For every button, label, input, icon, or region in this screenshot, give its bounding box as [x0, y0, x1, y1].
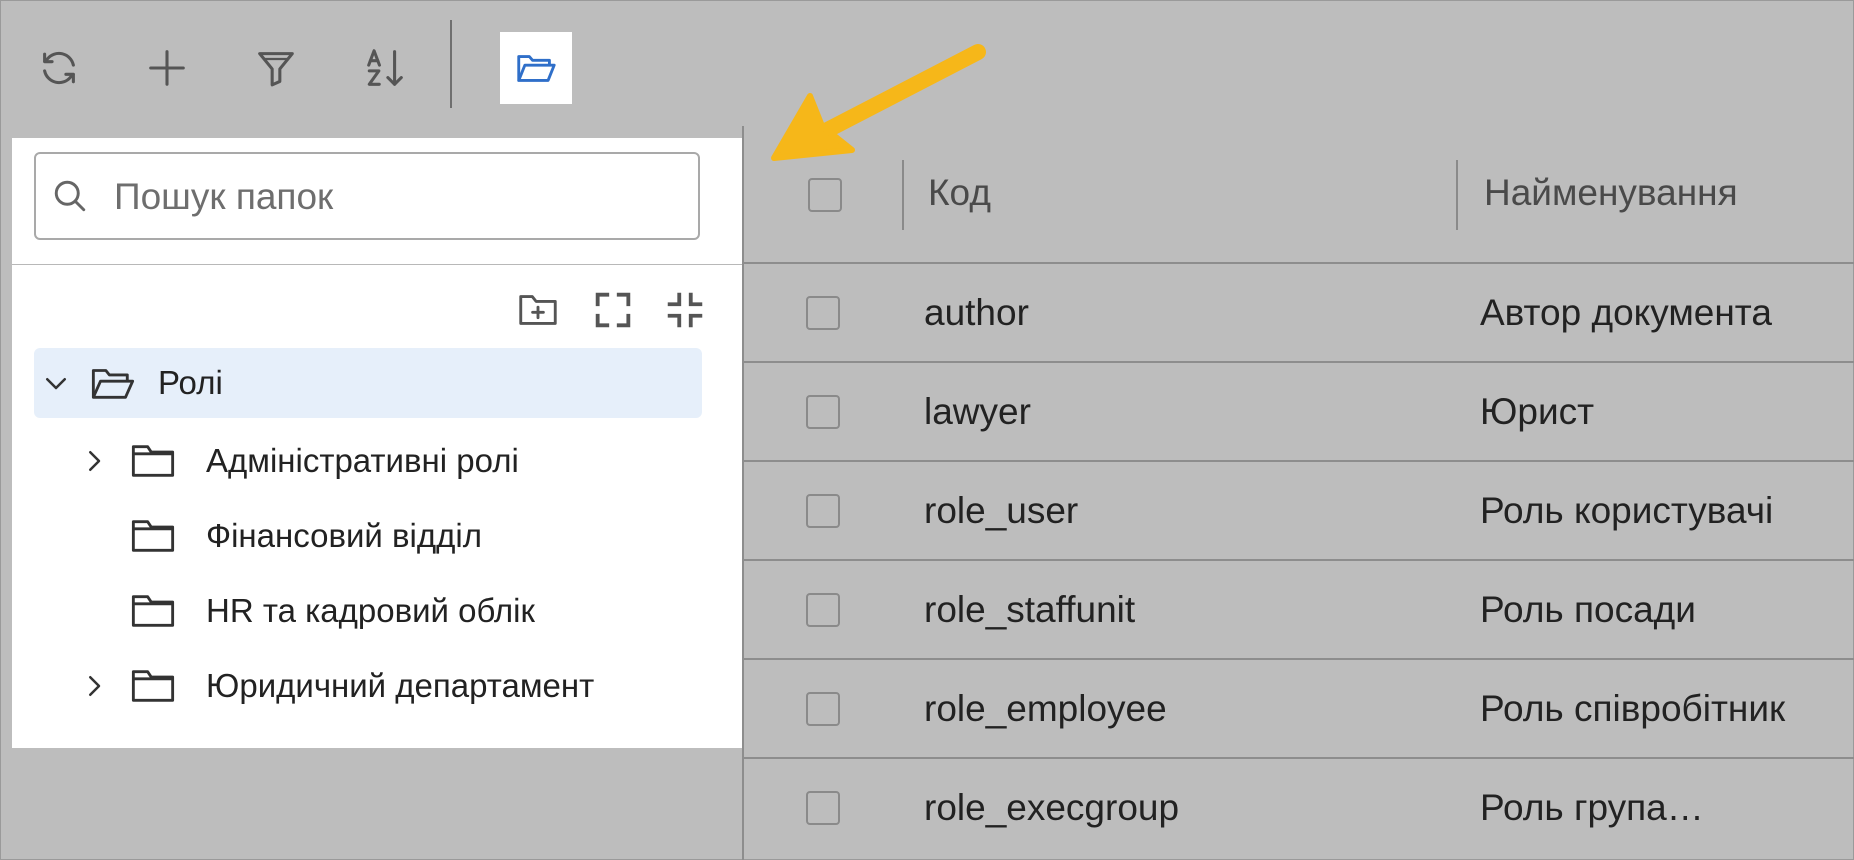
add-button[interactable] [131, 32, 203, 104]
folder-icon [128, 589, 178, 633]
table-row[interactable]: role_employee Роль співробітник [742, 660, 1854, 759]
cell-code: lawyer [924, 391, 1031, 432]
cell-name: Роль посади [1480, 589, 1696, 630]
folder-open-icon [88, 361, 138, 405]
tree-node-label: Адміністративні ролі [206, 441, 519, 479]
column-header-code[interactable]: Код [928, 172, 991, 214]
expand-icon [595, 292, 631, 328]
roles-table: Код Найменування author Автор документа … [742, 126, 1854, 860]
cell-name: Роль співробітник [1480, 688, 1786, 729]
cell-name: Автор документа [1480, 292, 1772, 333]
collapse-icon [667, 292, 703, 328]
filter-button[interactable] [240, 32, 312, 104]
chevron-right-icon[interactable] [76, 668, 112, 704]
add-folder-icon [519, 295, 557, 325]
cell-name: Роль користувачі [1480, 490, 1774, 531]
folders-toggle-button[interactable] [500, 32, 572, 104]
sort-az-icon [367, 49, 403, 86]
table-body: author Автор документа lawyer Юрист role… [742, 264, 1854, 858]
tree-node-label: Ролі [158, 364, 223, 401]
tree-node-label: Юридичний департамент [206, 666, 595, 704]
filter-icon [258, 52, 294, 87]
select-all-checkbox[interactable] [808, 178, 842, 212]
plus-icon [149, 50, 185, 86]
add-folder-button[interactable] [510, 282, 566, 338]
search-icon [54, 180, 86, 212]
folder-icon [128, 664, 178, 708]
cell-code: role_execgroup [924, 787, 1180, 828]
cell-code: role_user [924, 490, 1079, 531]
folder-tree: Ролі Адміністративні ролі Фінансовий від… [34, 348, 702, 723]
tree-node[interactable]: Юридичний департамент [34, 648, 702, 723]
table-row[interactable]: role_execgroup Роль група… [742, 759, 1854, 858]
chevron-right-icon[interactable] [76, 443, 112, 479]
panel-divider [12, 264, 742, 265]
row-checkbox[interactable] [806, 296, 840, 330]
cell-name: Роль група… [1480, 787, 1704, 828]
cell-name: Юрист [1480, 391, 1595, 432]
row-checkbox[interactable] [806, 692, 840, 726]
folder-panel: Ролі Адміністративні ролі Фінансовий від… [12, 138, 742, 748]
row-checkbox[interactable] [806, 791, 840, 825]
expand-all-button[interactable] [585, 282, 641, 338]
column-header-name[interactable]: Найменування [1484, 172, 1738, 214]
folder-search-box [34, 152, 700, 240]
folder-open-icon [517, 55, 556, 82]
collapse-all-button[interactable] [657, 282, 713, 338]
table-row[interactable]: lawyer Юрист [742, 363, 1854, 462]
toolbar-separator [450, 20, 452, 108]
tree-node[interactable]: Адміністративні ролі [34, 423, 702, 498]
tree-node[interactable]: Фінансовий відділ [34, 498, 702, 573]
table-row[interactable]: role_staffunit Роль посади [742, 561, 1854, 660]
column-separator[interactable] [1456, 160, 1458, 230]
folder-icon [128, 439, 178, 483]
column-separator[interactable] [902, 160, 904, 230]
chevron-down-icon[interactable] [38, 365, 74, 401]
table-row[interactable]: author Автор документа [742, 264, 1854, 363]
cell-code: author [924, 292, 1029, 333]
folder-icon [128, 514, 178, 558]
tree-node-label: HR та кадровий облік [206, 591, 535, 629]
refresh-button[interactable] [23, 32, 95, 104]
tree-node-root[interactable]: Ролі [34, 348, 702, 418]
sort-button[interactable] [349, 32, 421, 104]
annotation-arrow [771, 44, 986, 161]
cell-code: role_staffunit [924, 589, 1136, 630]
folder-search-input[interactable] [112, 164, 676, 230]
row-checkbox[interactable] [806, 593, 840, 627]
table-row[interactable]: role_user Роль користувачі [742, 462, 1854, 561]
row-checkbox[interactable] [806, 395, 840, 429]
refresh-icon [43, 51, 75, 85]
row-checkbox[interactable] [806, 494, 840, 528]
cell-code: role_employee [924, 688, 1167, 729]
tree-node[interactable]: HR та кадровий облік [34, 573, 702, 648]
tree-actions [12, 282, 742, 338]
tree-node-label: Фінансовий відділ [206, 516, 482, 554]
